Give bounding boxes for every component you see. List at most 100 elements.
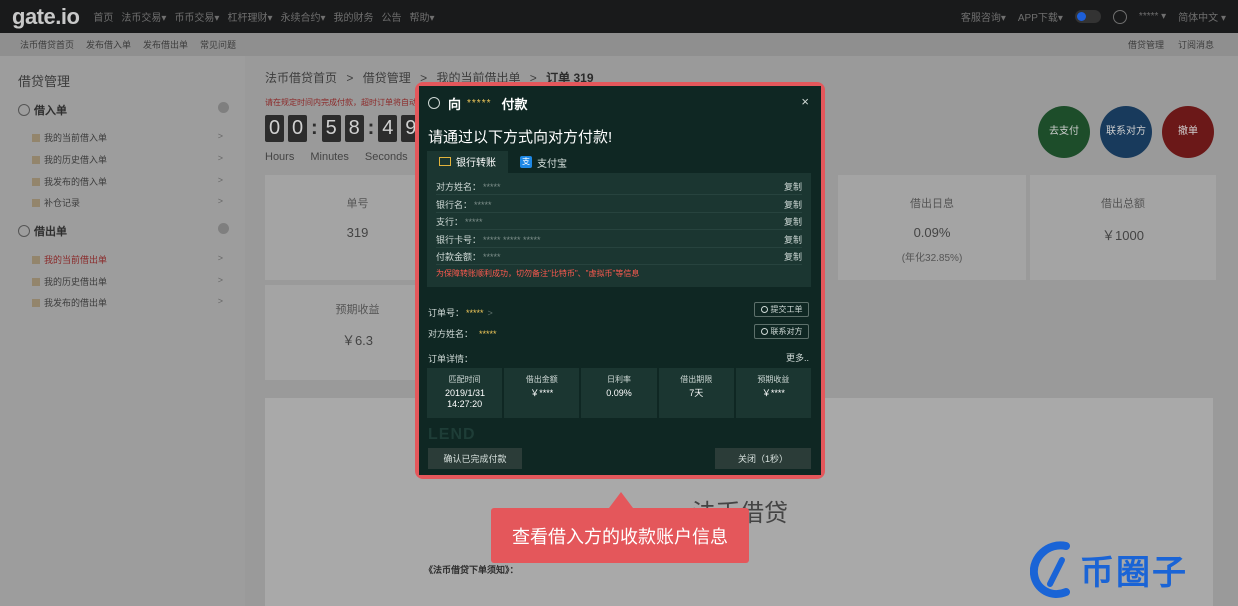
watermark-text: 币圈子 <box>1080 553 1188 592</box>
submit-ticket-button[interactable]: 提交工单 <box>754 302 809 317</box>
bank-transfer-warning: 为保障转账顺利成功，切勿备注"比特币"、"虚拟币"等信息 <box>436 269 640 278</box>
timer-label-minutes: Minutes <box>310 151 349 163</box>
row-label: 银行卡号： <box>436 235 482 245</box>
timer-colon: : <box>367 117 375 139</box>
notice-title: 《法币借贷下单须知》： <box>424 565 519 575</box>
user-avatar-icon[interactable] <box>1112 9 1127 24</box>
modal-counterparty: 对方姓名： ***** <box>428 327 497 340</box>
collapse-dot-icon[interactable] <box>218 102 229 113</box>
sidebar-group-borrow-label: 借入单 <box>34 105 67 117</box>
countdown-timer: 0 0 : 5 8 : 4 9 <box>265 115 421 142</box>
contact-button[interactable]: 联系对方 <box>1100 106 1152 158</box>
close-modal-button[interactable]: 关闭（1秒） <box>715 448 811 469</box>
watermark: 币圈子 <box>1030 540 1188 598</box>
tab-bank-transfer[interactable]: 银行转账 <box>427 151 508 173</box>
callout-annotation: 查看借入方的收款账户信息 <box>491 508 749 563</box>
order-detail-label: 订单详情： <box>428 354 474 364</box>
payment-modal: 向 ***** 付款 × 请通过以下方式向对方付款! 银行转账 支 支付宝 对方… <box>419 86 821 475</box>
col-header: 预期收益 <box>757 375 790 384</box>
nav-perpetual[interactable]: 永续合约▾ <box>281 9 326 24</box>
modal-header: 向 ***** 付款 <box>419 86 821 120</box>
language-select[interactable]: 简体中文 ▾ <box>1178 9 1226 24</box>
sidebar-item-posted-lend[interactable]: 我发布的借出单 <box>32 296 107 309</box>
order-no-value: ***** <box>466 308 484 318</box>
close-icon[interactable]: × <box>801 94 809 109</box>
timer-labels: Hours Minutes Seconds <box>265 151 408 163</box>
top-nav: gate.io 首页 法币交易▾ 币币交易▾ 杠杆理财▾ 永续合约▾ 我的财务 … <box>0 0 1238 33</box>
nav-finance[interactable]: 我的财务 <box>334 9 374 24</box>
cancel-order-button[interactable]: 撤单 <box>1162 106 1214 158</box>
sidebar-item-label: 我的当前借入单 <box>44 133 108 143</box>
col-value: 2019/1/31 14:27:20 <box>445 388 486 409</box>
chevron-right-icon[interactable]: > <box>488 308 493 318</box>
stat-value: ￥1000 <box>1102 228 1144 243</box>
bank-card-icon <box>439 157 451 166</box>
stat-label: 借出总额 <box>1101 198 1145 210</box>
nav-right: 客服咨询▾ APP下载▾ ***** ▾ 简体中文 ▾ <box>961 0 1226 33</box>
nav-home[interactable]: 首页 <box>93 9 113 24</box>
sidebar-item-label: 我的历史借出单 <box>44 277 108 287</box>
bank-info-panel: 对方姓名： ***** 复制 银行名： ***** 复制 支行： ***** 复… <box>427 173 811 287</box>
col-value: 7天 <box>689 388 704 398</box>
sidebar-item-margin-record[interactable]: 补仓记录 <box>32 196 80 209</box>
sidebar-item-posted-borrow[interactable]: 我发布的借入单 <box>32 175 107 188</box>
chat-icon <box>760 328 768 335</box>
copy-button[interactable]: 复制 <box>784 215 802 228</box>
copy-button[interactable]: 复制 <box>784 180 802 193</box>
nav-coin-trade[interactable]: 币币交易▾ <box>174 9 219 24</box>
subnav-post-borrow[interactable]: 发布借入单 <box>86 38 131 51</box>
subnav-manage[interactable]: 借贷管理 <box>1128 38 1164 51</box>
copy-button[interactable]: 复制 <box>784 250 802 263</box>
bank-row-amount: 付款金额： ***** 复制 <box>436 249 802 265</box>
timer-digit: 0 <box>265 115 284 142</box>
detail-col-amount: 借出金额 ￥**** <box>504 368 580 418</box>
timer-digit: 0 <box>288 115 307 142</box>
subnav-post-lend[interactable]: 发布借出单 <box>143 38 188 51</box>
subnav-lending-home[interactable]: 法币借贷首页 <box>20 38 74 51</box>
sidebar-item-history-lend[interactable]: 我的历史借出单 <box>32 275 107 288</box>
payment-method-tabs: 银行转账 支 支付宝 <box>427 151 579 173</box>
subnav-subscribe[interactable]: 订阅消息 <box>1178 38 1214 51</box>
counterparty-value: ***** <box>479 329 497 339</box>
detail-col-rate: 日利率 0.09% <box>581 368 657 418</box>
pay-button[interactable]: 去支付 <box>1038 106 1090 158</box>
tab-label: 支付宝 <box>537 158 567 170</box>
counterparty-label: 对方姓名： <box>428 329 474 339</box>
list-icon <box>32 156 40 164</box>
nav-fiat-trade[interactable]: 法币交易▾ <box>121 9 166 24</box>
tab-alipay[interactable]: 支 支付宝 <box>508 151 579 173</box>
nav-help[interactable]: 帮助▾ <box>410 9 435 24</box>
bank-row-bank: 银行名： ***** 复制 <box>436 197 802 213</box>
row-label: 付款金额： <box>436 252 482 262</box>
collapse-dot-icon[interactable] <box>218 223 229 234</box>
confirm-paid-button[interactable]: 确认已完成付款 <box>428 448 522 469</box>
sidebar-title: 借贷管理 <box>18 74 71 89</box>
watermark-logo-icon <box>1030 541 1070 598</box>
support-link[interactable]: 客服咨询▾ <box>961 9 1006 24</box>
col-header: 借出期限 <box>680 375 713 384</box>
nav-announcement[interactable]: 公告 <box>382 9 402 24</box>
nav-margin[interactable]: 杠杆理财▾ <box>227 9 272 24</box>
breadcrumb-manage[interactable]: 借贷管理 <box>363 71 411 85</box>
sidebar-item-current-lend[interactable]: 我的当前借出单 <box>32 253 107 266</box>
row-value: ***** ***** ***** <box>483 234 541 245</box>
subnav-faq[interactable]: 常见问题 <box>200 38 236 51</box>
theme-toggle[interactable] <box>1074 10 1101 23</box>
stat-label: 借出日息 <box>910 198 954 210</box>
timer-digit: 5 <box>321 115 341 142</box>
breadcrumb-home[interactable]: 法币借贷首页 <box>265 71 337 85</box>
more-link[interactable]: 更多.. <box>786 351 809 364</box>
sidebar-item-history-borrow[interactable]: 我的历史借入单 <box>32 153 107 166</box>
copy-button[interactable]: 复制 <box>784 233 802 246</box>
col-header: 日利率 <box>607 375 631 384</box>
sidebar-item-current-borrow[interactable]: 我的当前借入单 <box>32 131 107 144</box>
app-download-link[interactable]: APP下载▾ <box>1018 9 1063 24</box>
lend-group-icon <box>18 225 30 237</box>
copy-button[interactable]: 复制 <box>784 198 802 211</box>
gate-logo[interactable]: gate.io <box>12 4 80 30</box>
borrow-group-icon <box>18 104 30 116</box>
user-menu[interactable]: ***** ▾ <box>1139 11 1166 22</box>
sidebar-group-lend[interactable]: 借出单 <box>18 223 67 239</box>
sidebar-group-borrow[interactable]: 借入单 <box>18 102 67 118</box>
contact-counterparty-button[interactable]: 联系对方 <box>754 324 809 339</box>
